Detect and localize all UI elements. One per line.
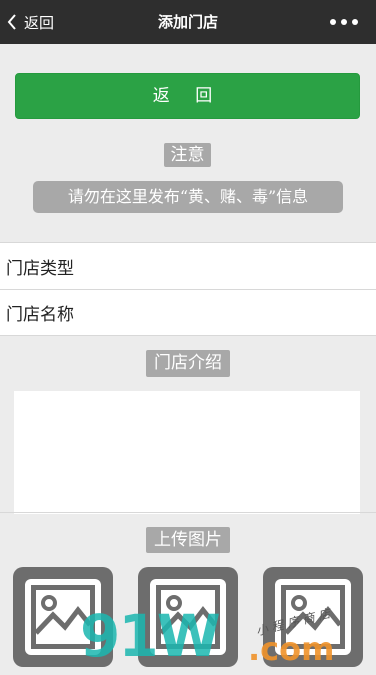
divider	[0, 512, 376, 513]
image-placeholder-icon	[150, 579, 226, 655]
return-button[interactable]: 返 回	[15, 73, 360, 119]
more-dot-icon	[330, 19, 336, 25]
notice-title: 注意	[164, 143, 211, 167]
store-intro-title: 门店介绍	[146, 350, 230, 377]
store-intro-textarea[interactable]	[14, 391, 360, 514]
upload-images-title: 上传图片	[146, 527, 230, 553]
page-title: 添加门店	[157, 13, 218, 31]
nav-back-label: 返回	[24, 13, 55, 32]
more-dot-icon	[341, 19, 347, 25]
upload-image-slot-2[interactable]	[138, 567, 238, 667]
image-placeholder-icon	[275, 579, 351, 655]
store-type-field[interactable]: 门店类型	[0, 242, 376, 289]
notice-text: 请勿在这里发布“黄、赌、毒”信息	[33, 181, 343, 213]
store-name-label: 门店名称	[6, 305, 74, 325]
image-placeholder-icon	[25, 579, 101, 655]
store-name-field[interactable]: 门店名称	[0, 289, 376, 336]
top-navbar: 返回 添加门店	[0, 0, 376, 44]
chevron-left-icon	[7, 14, 16, 30]
nav-back-button[interactable]: 返回	[6, 0, 54, 44]
more-options-button[interactable]	[330, 0, 358, 44]
more-dot-icon	[352, 19, 358, 25]
upload-image-slot-1[interactable]	[13, 567, 113, 667]
store-type-label: 门店类型	[6, 258, 74, 279]
upload-image-slot-3[interactable]	[263, 567, 363, 667]
